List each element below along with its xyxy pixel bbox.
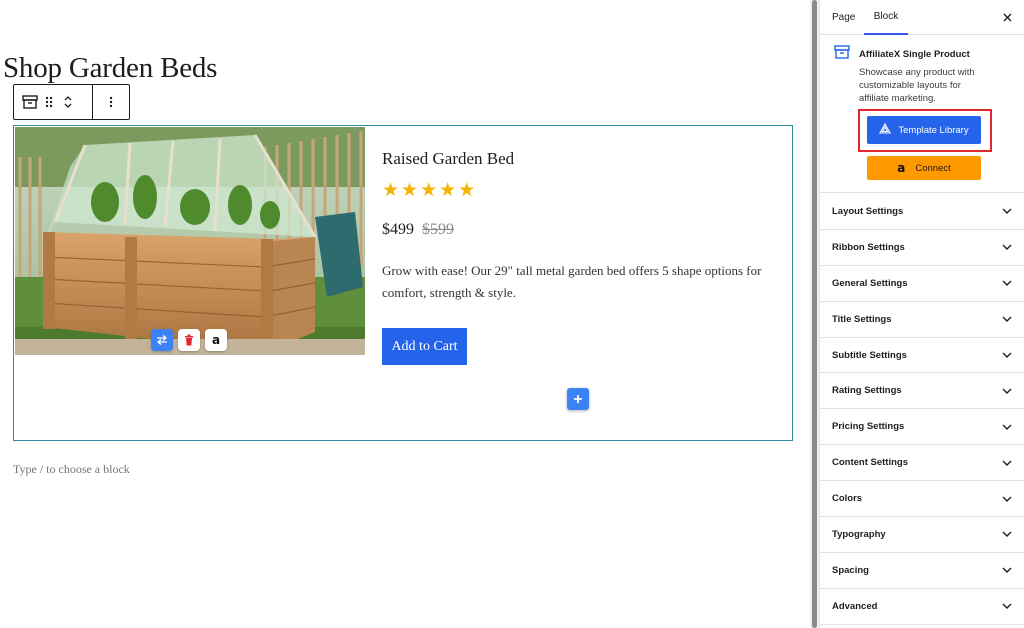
- move-down-icon[interactable]: [63, 102, 73, 110]
- panel-label: General Settings: [832, 277, 908, 289]
- drag-handle-icon[interactable]: [44, 95, 54, 109]
- garden-bed-illustration: [15, 127, 365, 355]
- panel-rating-settings[interactable]: Rating Settings: [820, 373, 1024, 410]
- product-description[interactable]: Grow with ease! Our 29" tall metal garde…: [382, 260, 782, 304]
- panel-label: Subtitle Settings: [832, 349, 907, 361]
- vertical-ellipsis-icon[interactable]: [93, 85, 129, 119]
- star-icon: ★: [401, 179, 419, 201]
- chevron-down-icon: [1002, 494, 1012, 504]
- chevron-down-icon: [1002, 350, 1012, 360]
- amazon-logo-icon[interactable]: a: [205, 329, 227, 351]
- swap-arrows-icon[interactable]: [151, 329, 173, 351]
- product-title[interactable]: Raised Garden Bed: [382, 149, 514, 169]
- chevron-down-icon: [1002, 601, 1012, 611]
- panel-pricing-settings[interactable]: Pricing Settings: [820, 409, 1024, 446]
- panel-label: Colors: [832, 493, 863, 505]
- connect-label: Connect: [915, 162, 951, 174]
- star-icon: ★: [420, 179, 438, 201]
- chevron-down-icon: [1002, 206, 1012, 216]
- trash-icon[interactable]: [178, 329, 200, 351]
- panel-label: Title Settings: [832, 313, 892, 325]
- scrollbar-thumb[interactable]: [812, 0, 817, 628]
- panel-typography[interactable]: Typography: [820, 517, 1024, 553]
- template-library-label: Template Library: [898, 124, 969, 136]
- block-toolbar-group: [14, 85, 94, 119]
- panel-label: Rating Settings: [832, 385, 902, 397]
- block-appender-hint[interactable]: Type / to choose a block: [13, 462, 130, 477]
- close-icon[interactable]: [999, 9, 1015, 25]
- product-image[interactable]: a: [15, 127, 365, 355]
- chevron-down-icon: [1002, 242, 1012, 252]
- star-icon: ★: [458, 179, 476, 201]
- panel-label: Ribbon Settings: [832, 241, 905, 253]
- panel-label: Spacing: [832, 564, 869, 576]
- image-tools: a: [151, 329, 227, 351]
- editor-canvas: Shop Garden Beds a Raised Garden Bed ★ ★…: [0, 0, 810, 628]
- tab-page[interactable]: Page: [832, 0, 855, 35]
- plus-icon[interactable]: [567, 388, 589, 410]
- star-icon: ★: [382, 179, 400, 201]
- block-movers: [60, 85, 76, 119]
- product-block[interactable]: a Raised Garden Bed ★ ★ ★ ★ ★ $499 $599 …: [13, 125, 793, 441]
- archive-box-icon: [834, 45, 850, 64]
- settings-sidebar: Page Block AffiliateX Single Product Sho…: [819, 0, 1024, 628]
- template-library-button[interactable]: Template Library: [867, 116, 981, 144]
- triangle-logo-icon: [879, 122, 892, 137]
- panel-spacing[interactable]: Spacing: [820, 553, 1024, 589]
- settings-panels: Layout Settings Ribbon Settings General …: [820, 194, 1024, 625]
- panel-colors[interactable]: Colors: [820, 481, 1024, 518]
- amazon-logo-icon: a: [897, 161, 906, 175]
- panel-label: Advanced: [832, 600, 878, 612]
- block-card-description: Showcase any product with customizable l…: [859, 67, 975, 104]
- chevron-down-icon: [1002, 314, 1012, 324]
- block-card-title: AffiliateX Single Product: [859, 49, 970, 60]
- panel-label: Content Settings: [832, 457, 908, 469]
- panel-label: Pricing Settings: [832, 421, 905, 433]
- star-icon: ★: [439, 179, 457, 201]
- panel-label: Layout Settings: [832, 205, 904, 217]
- chevron-down-icon: [1002, 386, 1012, 396]
- block-toolbar: [13, 84, 130, 120]
- panel-title-settings[interactable]: Title Settings: [820, 302, 1024, 338]
- page-title[interactable]: Shop Garden Beds: [3, 52, 217, 85]
- product-price-old[interactable]: $599: [422, 221, 454, 239]
- star-rating[interactable]: ★ ★ ★ ★ ★: [382, 180, 475, 200]
- add-to-cart-button[interactable]: Add to Cart: [382, 328, 467, 365]
- panel-content-settings[interactable]: Content Settings: [820, 445, 1024, 482]
- panel-general-settings[interactable]: General Settings: [820, 266, 1024, 302]
- sidebar-tabs: Page Block: [820, 0, 1024, 35]
- panel-advanced[interactable]: Advanced: [820, 589, 1024, 625]
- panel-subtitle-settings[interactable]: Subtitle Settings: [820, 338, 1024, 374]
- chevron-down-icon: [1002, 422, 1012, 432]
- tab-block[interactable]: Block: [864, 0, 908, 35]
- panel-layout-settings[interactable]: Layout Settings: [820, 194, 1024, 230]
- chevron-down-icon: [1002, 565, 1012, 575]
- panel-ribbon-settings[interactable]: Ribbon Settings: [820, 230, 1024, 266]
- chevron-down-icon: [1002, 458, 1012, 468]
- chevron-down-icon: [1002, 278, 1012, 288]
- move-up-icon[interactable]: [63, 94, 73, 102]
- panel-label: Typography: [832, 528, 886, 540]
- scrollbar[interactable]: [810, 0, 819, 628]
- chevron-down-icon: [1002, 529, 1012, 539]
- block-card: AffiliateX Single Product Showcase any p…: [820, 36, 1024, 193]
- product-price[interactable]: $499: [382, 221, 414, 239]
- archive-box-icon[interactable]: [22, 95, 38, 109]
- connect-button[interactable]: a Connect: [867, 156, 981, 180]
